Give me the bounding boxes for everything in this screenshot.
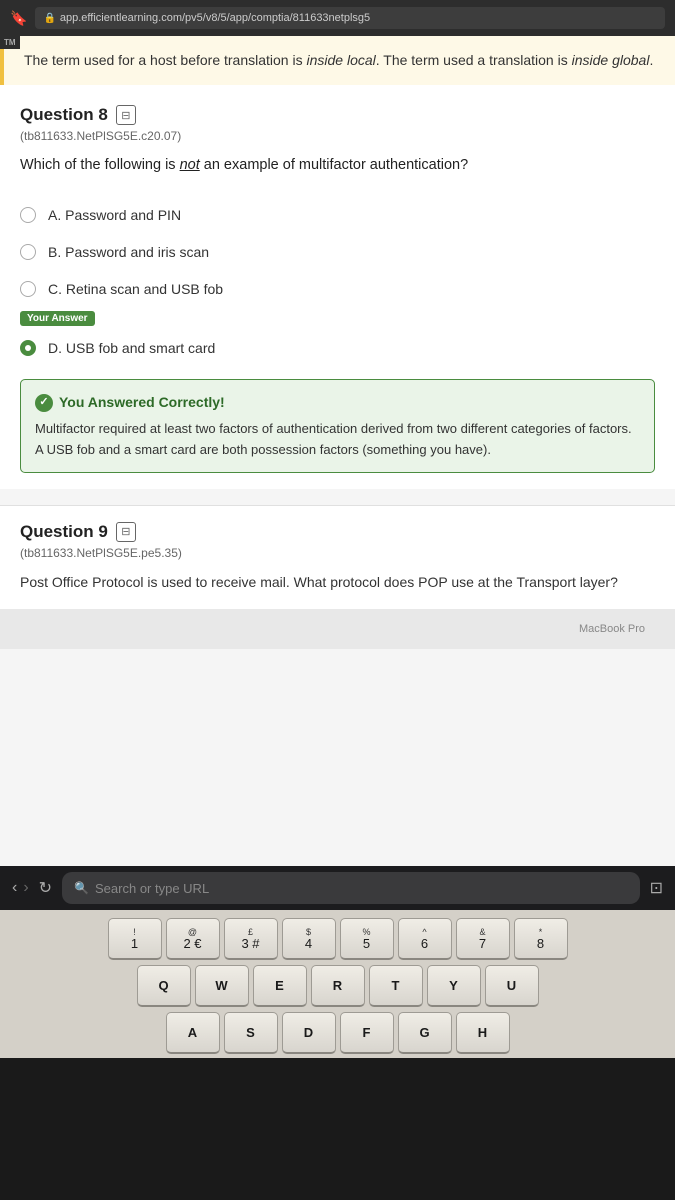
key-w[interactable]: W (195, 965, 249, 1007)
keyboard-asdf-row: A S D F G H (6, 1012, 669, 1054)
key-y[interactable]: Y (427, 965, 481, 1007)
option-b[interactable]: B. Password and iris scan (20, 234, 655, 271)
option-c-text: C. Retina scan and USB fob (48, 281, 223, 297)
nav-buttons: ‹ › (12, 879, 29, 897)
correct-feedback-body: Multifactor required at least two factor… (35, 421, 632, 456)
option-b-text: B. Password and iris scan (48, 244, 209, 260)
refresh-button[interactable]: ↻ (39, 878, 52, 898)
correct-feedback-title: You Answered Correctly! (59, 392, 225, 414)
correct-feedback-header: ✓ You Answered Correctly! (35, 392, 640, 414)
question9-container: Question 9 ⊟ (tb811633.NetPlSG5E.pe5.35)… (0, 506, 675, 609)
browser-chrome: 🔖 🔒 app.efficientlearning.com/pv5/v8/5/a… (0, 0, 675, 36)
key-s[interactable]: S (224, 1012, 278, 1054)
option-d-text: D. USB fob and smart card (48, 340, 215, 356)
question8-header: Question 8 ⊟ (20, 105, 655, 125)
answer-options: A. Password and PIN B. Password and iris… (20, 197, 655, 367)
bookmark-icon[interactable]: 🔖 (10, 10, 27, 27)
search-icon: 🔍 (74, 881, 89, 895)
key-a[interactable]: A (166, 1012, 220, 1054)
radio-d[interactable] (20, 340, 36, 356)
info-text-after: . (649, 52, 653, 68)
radio-a[interactable] (20, 207, 36, 223)
key-2[interactable]: @2 € (166, 918, 220, 960)
forward-button[interactable]: › (23, 879, 28, 897)
key-d[interactable]: D (282, 1012, 336, 1054)
info-term2: inside global (572, 52, 650, 68)
keyboard: !1 @2 € £3 # $4 %5 ^6 &7 *8 Q W E R T Y … (0, 910, 675, 1058)
key-g[interactable]: G (398, 1012, 452, 1054)
page-footer: MacBook Pro (0, 609, 675, 649)
info-term1: inside local (306, 52, 375, 68)
page-content: TM The term used for a host before trans… (0, 36, 675, 866)
tm-label: TM (0, 36, 20, 49)
question9-header: Question 9 ⊟ (20, 522, 655, 542)
key-t[interactable]: T (369, 965, 423, 1007)
key-3[interactable]: £3 # (224, 918, 278, 960)
key-h[interactable]: H (456, 1012, 510, 1054)
key-f[interactable]: F (340, 1012, 394, 1054)
new-tab-icon[interactable]: ⊡ (650, 878, 663, 898)
radio-b[interactable] (20, 244, 36, 260)
question8-flag[interactable]: ⊟ (116, 105, 136, 125)
question8-text: Which of the following is not an example… (20, 155, 655, 177)
key-e[interactable]: E (253, 965, 307, 1007)
lock-icon: 🔒 (43, 13, 55, 24)
back-button[interactable]: ‹ (12, 879, 17, 897)
q8-text-before: Which of the following is (20, 157, 180, 173)
keyboard-qwerty-row: Q W E R T Y U (6, 965, 669, 1007)
question9-text: Post Office Protocol is used to receive … (20, 572, 655, 593)
your-answer-badge: Your Answer (20, 311, 95, 326)
question9-code: (tb811633.NetPlSG5E.pe5.35) (20, 546, 655, 560)
url-search-text: Search or type URL (95, 881, 209, 896)
option-a-text: A. Password and PIN (48, 207, 181, 223)
option-d-wrapper: Your Answer D. USB fob and smart card (20, 308, 655, 367)
info-banner: The term used for a host before translat… (0, 36, 675, 85)
url-bar[interactable]: 🔒 app.efficientlearning.com/pv5/v8/5/app… (35, 7, 665, 29)
option-d[interactable]: D. USB fob and smart card (20, 330, 655, 367)
correct-feedback: ✓ You Answered Correctly! Multifactor re… (20, 379, 655, 473)
q8-emphasis: not (180, 157, 200, 173)
question9-number: Question 9 (20, 522, 108, 542)
key-8[interactable]: *8 (514, 918, 568, 960)
key-u[interactable]: U (485, 965, 539, 1007)
question8-number: Question 8 (20, 105, 108, 125)
option-a[interactable]: A. Password and PIN (20, 197, 655, 234)
key-1[interactable]: !1 (108, 918, 162, 960)
keyboard-number-row: !1 @2 € £3 # $4 %5 ^6 &7 *8 (6, 918, 669, 960)
question9-flag[interactable]: ⊟ (116, 522, 136, 542)
url-text: app.efficientlearning.com/pv5/v8/5/app/c… (60, 12, 370, 24)
checkmark-icon: ✓ (35, 394, 53, 412)
key-r[interactable]: R (311, 965, 365, 1007)
key-q[interactable]: Q (137, 965, 191, 1007)
question8-container: Question 8 ⊟ (tb811633.NetPlSG5E.c20.07)… (0, 85, 675, 489)
q8-text-after: an example of multifactor authentication… (200, 157, 468, 173)
info-text-before: The term used for a host before translat… (24, 52, 306, 68)
option-c[interactable]: C. Retina scan and USB fob (20, 271, 655, 308)
touch-bar: ‹ › ↻ 🔍 Search or type URL ⊡ (0, 866, 675, 910)
key-6[interactable]: ^6 (398, 918, 452, 960)
url-search-bar[interactable]: 🔍 Search or type URL (62, 872, 640, 904)
info-text-middle: . The term used a translation is (376, 52, 572, 68)
key-5[interactable]: %5 (340, 918, 394, 960)
key-7[interactable]: &7 (456, 918, 510, 960)
question8-code: (tb811633.NetPlSG5E.c20.07) (20, 129, 655, 143)
radio-c[interactable] (20, 281, 36, 297)
key-4[interactable]: $4 (282, 918, 336, 960)
macbook-pro-label: MacBook Pro (579, 623, 645, 635)
